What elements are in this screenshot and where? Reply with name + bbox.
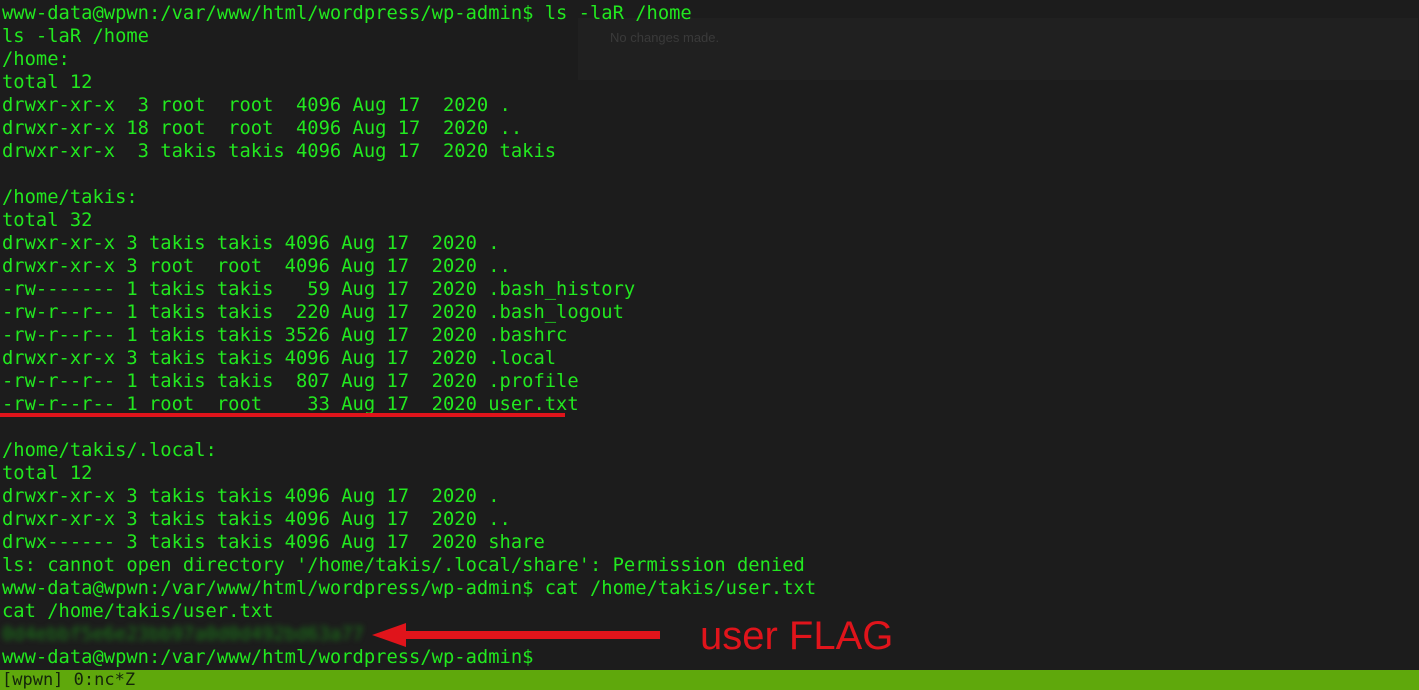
terminal-line: /home/takis/.local:	[2, 440, 217, 461]
terminal-line: drwxr-xr-x 3 takis takis 4096 Aug 17 202…	[2, 509, 511, 530]
highlight-underline	[0, 413, 565, 417]
terminal-line: /home:	[2, 49, 70, 70]
terminal-line: www-data@wpwn:/var/www/html/wordpress/wp…	[2, 3, 692, 24]
terminal-output[interactable]: www-data@wpwn:/var/www/html/wordpress/wp…	[2, 2, 816, 669]
tmux-session-label: [wpwn] 0:nc*Z	[2, 670, 136, 690]
terminal-line: ls: cannot open directory '/home/takis/.…	[2, 555, 805, 576]
user-flag-annotation: user FLAG	[700, 614, 894, 658]
terminal-line: cat /home/takis/user.txt	[2, 601, 274, 622]
terminal-line: -rw-r--r-- 1 takis takis 3526 Aug 17 202…	[2, 325, 568, 346]
terminal-line: -rw-r--r-- 1 takis takis 220 Aug 17 2020…	[2, 302, 624, 323]
tmux-status-bar: [wpwn] 0:nc*Z	[0, 670, 1419, 690]
terminal-line: drwxr-xr-x 3 root root 4096 Aug 17 2020 …	[2, 256, 511, 277]
terminal-line: www-data@wpwn:/var/www/html/wordpress/wp…	[2, 647, 534, 668]
terminal-window[interactable]: No changes made. www-data@wpwn:/var/www/…	[0, 0, 1419, 690]
terminal-line: www-data@wpwn:/var/www/html/wordpress/wp…	[2, 578, 817, 599]
terminal-line: drwx------ 3 takis takis 4096 Aug 17 202…	[2, 532, 545, 553]
terminal-line: drwxr-xr-x 3 takis takis 4096 Aug 17 202…	[2, 141, 557, 162]
terminal-line: drwxr-xr-x 18 root root 4096 Aug 17 2020…	[2, 118, 523, 139]
terminal-line: drwxr-xr-x 3 takis takis 4096 Aug 17 202…	[2, 486, 500, 507]
terminal-line: ls -laR /home	[2, 26, 149, 47]
terminal-line: -rw------- 1 takis takis 59 Aug 17 2020 …	[2, 279, 636, 300]
terminal-line: -rw-r--r-- 1 takis takis 807 Aug 17 2020…	[2, 371, 579, 392]
terminal-line: total 32	[2, 210, 93, 231]
terminal-line: total 12	[2, 72, 93, 93]
terminal-line: total 12	[2, 463, 93, 484]
terminal-line: drwxr-xr-x 3 takis takis 4096 Aug 17 202…	[2, 348, 557, 369]
red-arrow-icon	[372, 623, 660, 647]
terminal-line: /home/takis:	[2, 187, 138, 208]
terminal-line: drwxr-xr-x 3 root root 4096 Aug 17 2020 …	[2, 95, 511, 116]
terminal-line: drwxr-xr-x 3 takis takis 4096 Aug 17 202…	[2, 233, 500, 254]
